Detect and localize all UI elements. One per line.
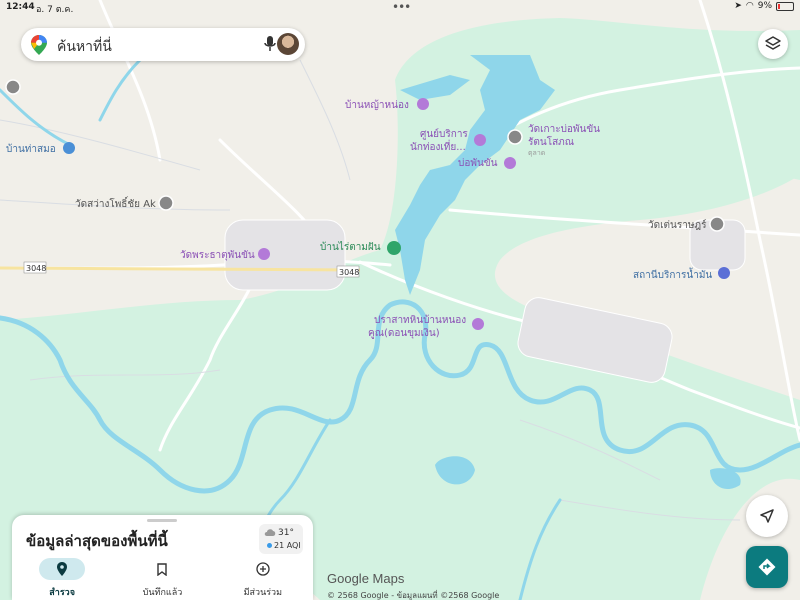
multitask-dots-icon[interactable]: ••• <box>392 0 411 14</box>
svg-text:3048: 3048 <box>339 268 359 277</box>
cloud-icon <box>264 529 276 536</box>
road-shield-3048-west: 3048 <box>23 261 46 274</box>
wifi-icon: ◠ <box>745 1 754 11</box>
battery-icon <box>776 1 794 11</box>
directions-icon <box>758 558 776 576</box>
google-maps-logo: Google Maps <box>327 571 405 586</box>
search-bar[interactable]: ค้นหาที่นี่ <box>21 28 305 61</box>
status-date: อ. 7 ต.ค. <box>36 5 74 15</box>
status-bar: 12:44 อ. 7 ต.ค. ••• ➤ ◠ 9% <box>0 0 800 15</box>
svg-text:สถานีบริการน้ำมัน: สถานีบริการน้ำมัน <box>633 267 712 281</box>
poi-top-left <box>5 79 21 95</box>
svg-text:บ้านท่าสมอ: บ้านท่าสมอ <box>6 143 56 155</box>
layers-icon <box>765 36 781 50</box>
navigation-arrow-icon <box>760 509 774 523</box>
search-placeholder[interactable]: ค้นหาที่นี่ <box>57 36 112 58</box>
poi-label: บ้านหญ้าหน่อง <box>345 99 409 111</box>
svg-text:รัตนโสภณ: รัตนโสภณ <box>528 135 574 148</box>
svg-text:บ่อพันขัน: บ่อพันขัน <box>458 158 498 169</box>
location-pin-icon <box>39 558 86 580</box>
tab-saved[interactable]: บันทึกแล้ว <box>112 555 212 600</box>
tab-explore[interactable]: สำรวจ <box>12 555 112 600</box>
svg-text:วัดสว่างโพธิ์ชัย Ak: วัดสว่างโพธิ์ชัย Ak <box>75 196 156 210</box>
tab-label: สำรวจ <box>49 588 76 598</box>
map-canvas[interactable]: บ้านหญ้าหน่อง ศูนย์บริการ นักท่องเที่ย..… <box>0 0 800 600</box>
aqi-dot-icon <box>267 543 272 548</box>
svg-text:วัดเกาะบ่อพันขัน: วัดเกาะบ่อพันขัน <box>528 124 600 135</box>
microphone-icon[interactable] <box>264 36 276 52</box>
weather-chip[interactable]: 31° 21 AQI <box>259 524 303 554</box>
road-shield-3048-east: 3048 <box>336 265 359 278</box>
svg-text:3048: 3048 <box>26 264 46 273</box>
google-maps-pin-icon <box>31 35 47 55</box>
directions-button[interactable] <box>746 546 788 588</box>
location-arrow-icon: ➤ <box>734 1 742 11</box>
avatar[interactable] <box>277 33 299 55</box>
tab-label: มีส่วนร่วม <box>243 588 283 598</box>
sheet-drag-handle[interactable] <box>147 519 177 522</box>
svg-text:ปราสาทหินบ้านหนอง: ปราสาทหินบ้านหนอง <box>374 314 466 326</box>
status-time: 12:44 <box>6 2 35 12</box>
tab-contribute[interactable]: มีส่วนร่วม <box>213 555 313 600</box>
svg-text:คูณ(ดอนขุมเงิน): คูณ(ดอนขุมเงิน) <box>368 328 440 339</box>
layers-button[interactable] <box>758 29 788 59</box>
bottom-tabs: สำรวจ บันทึกแล้ว มีส่วนร่วม <box>12 555 313 600</box>
svg-text:ศูนย์บริการ: ศูนย์บริการ <box>420 128 468 140</box>
battery-label: 9% <box>757 1 772 11</box>
tab-label: บันทึกแล้ว <box>142 588 183 598</box>
svg-text:ตุลาด: ตุลาด <box>528 149 545 157</box>
poi-wat-ten: วัดเต่นราษฎร์ <box>648 216 725 232</box>
bottom-sheet[interactable]: ข้อมูลล่าสุดของพื้นที่นี้ 31° 21 AQI สำร… <box>12 515 313 600</box>
my-location-button[interactable] <box>746 495 788 537</box>
add-circle-icon <box>240 558 286 580</box>
bookmark-icon <box>139 558 185 580</box>
sheet-title: ข้อมูลล่าสุดของพื้นที่นี้ <box>26 532 168 550</box>
poi-bo-phan-khan: บ่อพันขัน <box>458 157 516 169</box>
aqi-value: 21 AQI <box>274 541 301 550</box>
weather-temp: 31° <box>278 528 294 538</box>
svg-text:นักท่องเที่ย...: นักท่องเที่ย... <box>410 139 466 153</box>
svg-text:วัดเต่นราษฎร์: วัดเต่นราษฎร์ <box>648 219 707 231</box>
weather-aqi: 21 AQI <box>267 541 301 550</box>
svg-text:บ้านไร่ตามฝัน: บ้านไร่ตามฝัน <box>320 241 381 253</box>
svg-text:วัดพระธาตุพันขัน: วัดพระธาตุพันขัน <box>180 250 255 261</box>
map-copyright[interactable]: © 2568 Google - ข้อมูลแผนที่ ©2568 Googl… <box>327 589 499 600</box>
status-icons: ➤ ◠ 9% <box>734 1 794 11</box>
